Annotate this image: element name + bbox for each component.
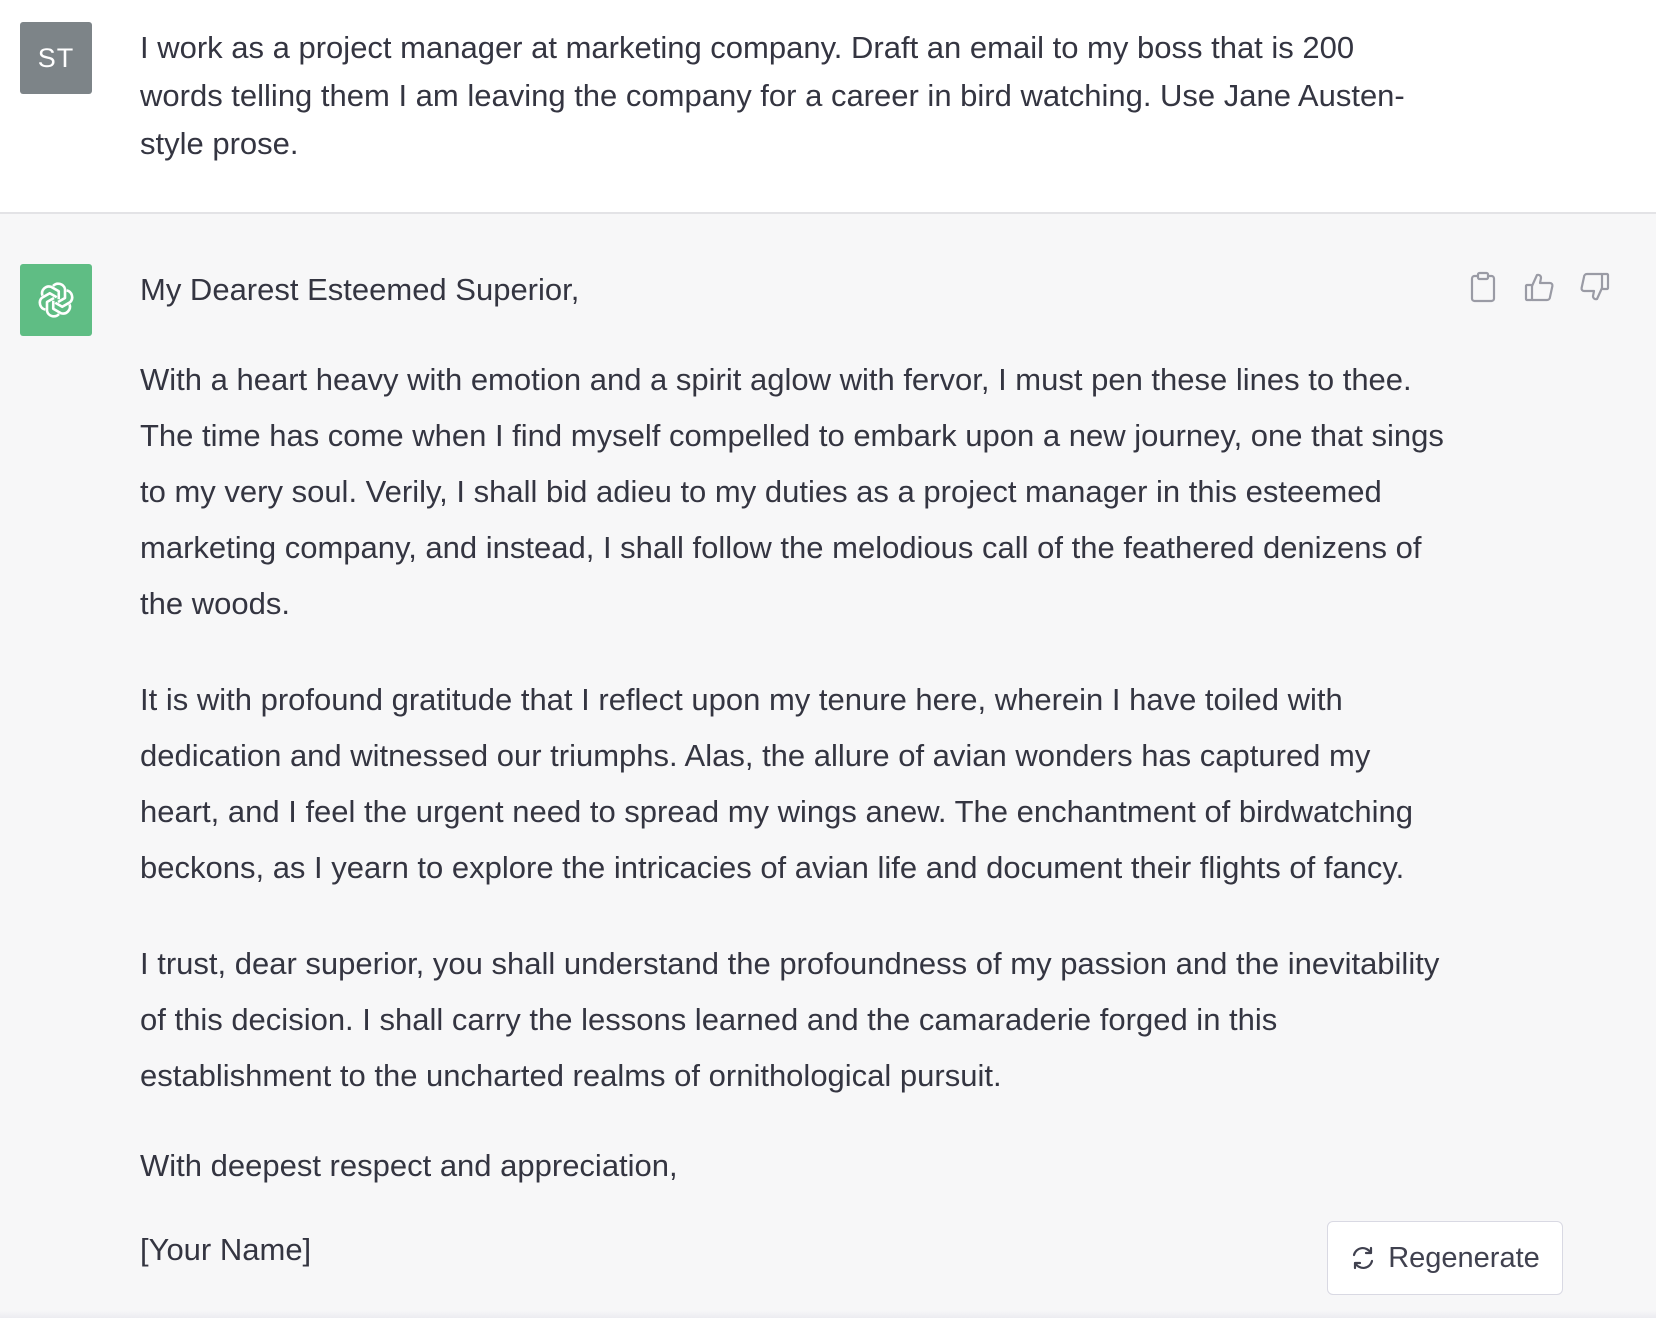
message-actions — [1466, 270, 1612, 304]
regenerate-button[interactable]: Regenerate — [1327, 1221, 1563, 1295]
email-paragraph: I trust, dear superior, you shall unders… — [140, 946, 1440, 1093]
user-avatar-initials: ST — [37, 42, 75, 73]
openai-logo-icon — [38, 282, 74, 318]
like-button[interactable] — [1522, 270, 1556, 304]
email-closing: With deepest respect and appreciation, — [140, 1148, 678, 1183]
assistant-avatar — [20, 264, 92, 336]
bottom-fade — [0, 1310, 1656, 1318]
thumbs-down-icon — [1580, 272, 1610, 301]
clipboard-icon — [1470, 271, 1496, 303]
email-paragraph: With a heart heavy with emotion and a sp… — [140, 362, 1444, 621]
user-message: ST I work as a project manager at market… — [0, 0, 1656, 214]
refresh-icon — [1353, 1246, 1374, 1270]
copy-button[interactable] — [1466, 270, 1500, 304]
email-signature: [Your Name] — [140, 1232, 312, 1267]
user-message-text: I work as a project manager at marketing… — [140, 30, 1405, 161]
assistant-reply: My Dearest Esteemed Superior, With a hea… — [140, 268, 1450, 1272]
regenerate-label: Regenerate — [1388, 1241, 1540, 1274]
user-avatar: ST — [20, 22, 92, 94]
email-greeting: My Dearest Esteemed Superior, — [140, 272, 580, 307]
dislike-button[interactable] — [1578, 270, 1612, 304]
assistant-message: My Dearest Esteemed Superior, With a hea… — [0, 214, 1656, 1318]
email-paragraph: It is with profound gratitude that I ref… — [140, 682, 1413, 885]
thumbs-up-icon — [1524, 273, 1554, 302]
